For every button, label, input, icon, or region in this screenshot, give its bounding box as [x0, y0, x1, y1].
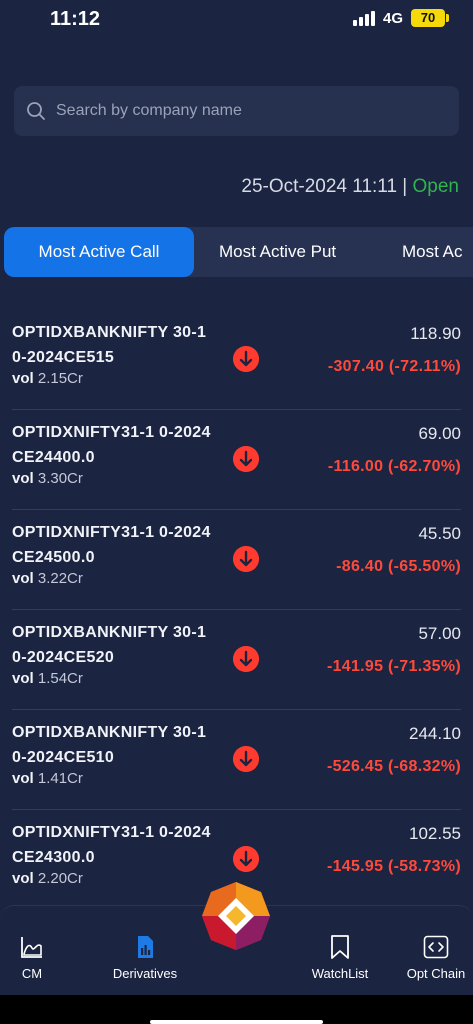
market-status: Open — [412, 176, 459, 197]
volume-label: vol — [12, 470, 34, 487]
volume-value: 2.20Cr — [37, 870, 83, 887]
network-type: 4G — [382, 9, 403, 27]
arrow-down-icon — [233, 346, 259, 372]
search-input[interactable] — [56, 86, 446, 136]
volume-value: 3.22Cr — [37, 570, 83, 587]
volume: vol 2.20Cr — [12, 870, 83, 887]
list-item[interactable]: OPTIDXNIFTY31-1 0-2024CE24500.0 vol 3.22… — [0, 510, 473, 610]
nav-opt-chain[interactable]: Opt Chain — [391, 934, 473, 981]
status-time: 11:12 — [50, 8, 101, 30]
volume: vol 1.41Cr — [12, 770, 83, 787]
contract-name: OPTIDXBANKNIFTY 30-10-2024CE520 — [12, 624, 207, 666]
nav-watchlist-label: WatchList — [311, 966, 369, 981]
arrow-down-icon — [233, 546, 259, 572]
tab-bar: Most Active Call Most Active Put Most Ac — [4, 227, 473, 277]
price-change: -526.45 (-68.32%) — [326, 758, 461, 775]
tab-most-active-more[interactable]: Most Ac — [402, 227, 462, 277]
arrow-down-icon — [233, 646, 259, 672]
search-icon — [27, 102, 45, 120]
volume-value: 1.54Cr — [37, 670, 83, 687]
contract-name: OPTIDXNIFTY31-1 0-2024CE24300.0 — [12, 824, 211, 866]
list-item[interactable]: OPTIDXBANKNIFTY 30-10-2024CE510 vol 1.41… — [0, 710, 473, 810]
last-price: 244.10 — [409, 724, 461, 743]
last-price: 102.55 — [409, 824, 461, 843]
price-change: -86.40 (-65.50%) — [336, 558, 461, 575]
nav-watchlist[interactable]: WatchList — [295, 934, 385, 981]
derivatives-icon — [138, 936, 153, 958]
market-timestamp: 25-Oct-2024 11:11 | Open — [241, 176, 459, 198]
list-item[interactable]: OPTIDXBANKNIFTY 30-10-2024CE520 vol 1.54… — [0, 610, 473, 710]
code-icon — [423, 935, 449, 959]
price-change: -307.40 (-72.11%) — [327, 358, 461, 375]
last-price: 118.90 — [410, 324, 461, 343]
last-price: 45.50 — [418, 524, 461, 543]
tab-most-active-put[interactable]: Most Active Put — [219, 227, 336, 277]
tab-most-active-call[interactable]: Most Active Call — [4, 227, 194, 277]
volume-value: 3.30Cr — [37, 470, 83, 487]
status-icons: 4G 70 — [352, 9, 449, 27]
arrow-down-icon — [233, 746, 259, 772]
signal-icon — [352, 10, 375, 26]
bookmark-icon — [331, 935, 349, 959]
volume: vol 1.54Cr — [12, 670, 83, 687]
battery-icon: 70 — [411, 9, 449, 27]
price-change: -141.95 (-71.35%) — [326, 658, 461, 675]
contract-name: OPTIDXBANKNIFTY 30-10-2024CE515 — [12, 324, 207, 366]
nav-derivatives[interactable]: Derivatives — [100, 934, 190, 981]
volume-value: 2.15Cr — [37, 370, 83, 387]
volume: vol 3.22Cr — [12, 570, 83, 587]
price-change: -116.00 (-62.70%) — [327, 458, 461, 475]
search-bar[interactable] — [14, 86, 459, 136]
list-item[interactable]: OPTIDXNIFTY31-1 0-2024CE24400.0 vol 3.30… — [0, 410, 473, 510]
status-bar: 11:12 4G 70 — [0, 0, 473, 40]
nav-cm-label: CM — [21, 966, 43, 981]
contract-name: OPTIDXNIFTY31-1 0-2024CE24500.0 — [12, 524, 211, 566]
app-logo-fab[interactable] — [200, 880, 272, 952]
list-item[interactable]: OPTIDXBANKNIFTY 30-10-2024CE515 vol 2.15… — [0, 310, 473, 410]
volume-value: 1.41Cr — [37, 770, 83, 787]
price-change: -145.95 (-58.73%) — [326, 858, 461, 875]
volume-label: vol — [12, 870, 34, 887]
volume-label: vol — [12, 370, 34, 387]
chart-area-icon — [21, 937, 42, 958]
volume: vol 2.15Cr — [12, 370, 83, 387]
market-datetime: 25-Oct-2024 11:11 | — [241, 176, 408, 197]
contract-name: OPTIDXBANKNIFTY 30-10-2024CE510 — [12, 724, 207, 766]
nav-opt-chain-label: Opt Chain — [406, 966, 466, 981]
home-indicator[interactable] — [150, 1020, 323, 1024]
contract-name: OPTIDXNIFTY31-1 0-2024CE24400.0 — [12, 424, 211, 466]
last-price: 57.00 — [418, 624, 461, 643]
nav-derivatives-label: Derivatives — [112, 966, 178, 981]
volume-label: vol — [12, 670, 34, 687]
nav-cm[interactable]: CM — [0, 934, 77, 981]
arrow-down-icon — [233, 846, 259, 872]
volume-label: vol — [12, 770, 34, 787]
last-price: 69.00 — [418, 424, 461, 443]
volume: vol 3.30Cr — [12, 470, 83, 487]
volume-label: vol — [12, 570, 34, 587]
arrow-down-icon — [233, 446, 259, 472]
